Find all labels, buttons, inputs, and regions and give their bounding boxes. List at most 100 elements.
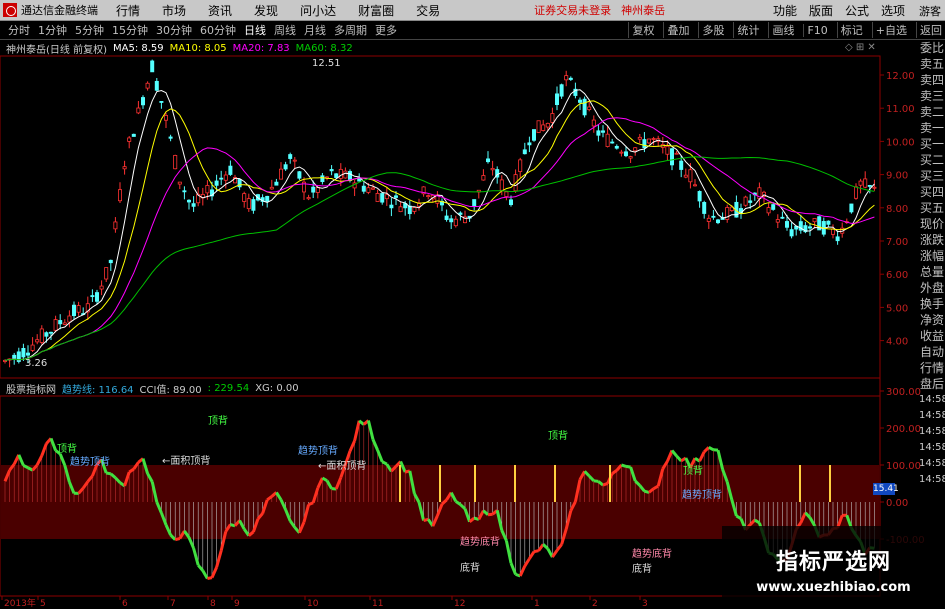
side-item[interactable]: 卖四	[919, 72, 945, 88]
menu-formula[interactable]: 公式	[845, 2, 869, 19]
candle-body	[407, 205, 412, 215]
side-item[interactable]: 净资	[919, 312, 945, 328]
panel-controls[interactable]: ◇ ⊞ ✕	[845, 42, 876, 53]
period-intraday[interactable]: 分时	[8, 22, 30, 38]
side-item[interactable]: 行情	[919, 360, 945, 376]
side-item[interactable]: 买一	[919, 136, 945, 152]
add-watchlist-button[interactable]: +自选	[871, 22, 910, 38]
side-time: 14:58	[919, 474, 945, 485]
period-multi[interactable]: 多周期	[334, 22, 367, 38]
menu-news[interactable]: 资讯	[208, 2, 232, 19]
candle-body	[785, 221, 790, 228]
candle-body	[485, 158, 490, 163]
side-item[interactable]: 外盘	[919, 280, 945, 296]
cci-line	[721, 468, 729, 483]
menu-market[interactable]: 市场	[162, 2, 186, 19]
side-item[interactable]: 盘后	[919, 376, 945, 392]
side-item[interactable]: 自动	[919, 344, 945, 360]
x-tick-label: 12	[454, 599, 465, 609]
cci-line	[413, 493, 421, 503]
side-item[interactable]: 涨跌	[919, 232, 945, 248]
side-item[interactable]: 涨幅	[919, 248, 945, 264]
candle-body	[573, 88, 578, 96]
cci-line	[629, 466, 637, 482]
menu-options[interactable]: 选项	[881, 2, 905, 19]
overlay-button[interactable]: 叠加	[663, 22, 692, 38]
period-monthly[interactable]: 月线	[304, 22, 326, 38]
candle-body	[81, 313, 86, 315]
candle-body	[734, 201, 739, 218]
side-item[interactable]: 换手	[919, 296, 945, 312]
candle-body	[550, 113, 555, 123]
stock-title: 神州泰岳(日线 前复权)	[6, 44, 107, 56]
candle-body	[196, 193, 201, 204]
cci-line	[362, 419, 370, 426]
price-tick-label: 4.00	[886, 337, 908, 348]
label-trend-3: 趋势顶背	[682, 490, 722, 501]
period-weekly[interactable]: 周线	[274, 22, 296, 38]
menu-trade[interactable]: 交易	[416, 2, 440, 19]
candle-body	[527, 142, 532, 146]
cci-line	[749, 518, 756, 526]
candle-body	[85, 303, 90, 313]
candle-body	[403, 203, 408, 209]
side-item[interactable]: 买五	[919, 200, 945, 216]
mark-button[interactable]: 标记	[836, 22, 866, 38]
statistics-button[interactable]: 统计	[733, 22, 762, 38]
menu-market-quotes[interactable]: 行情	[116, 2, 140, 19]
side-item[interactable]: 卖三	[919, 88, 945, 104]
restore-rights-button[interactable]: 复权	[628, 22, 657, 38]
candle-body	[352, 182, 357, 189]
cci-line	[675, 454, 683, 462]
side-time: 14:58	[919, 458, 945, 469]
side-item[interactable]: 卖二	[919, 104, 945, 120]
cci-line	[22, 464, 29, 470]
period-1min[interactable]: 1分钟	[38, 22, 67, 38]
candle-body	[209, 189, 214, 197]
side-item[interactable]: 买四	[919, 184, 945, 200]
login-notice[interactable]: 证券交易未登录	[534, 2, 611, 18]
f10-button[interactable]: F10	[803, 23, 830, 37]
menu-discover[interactable]: 发现	[254, 2, 278, 19]
cci-line	[468, 516, 476, 523]
period-5min[interactable]: 5分钟	[75, 22, 104, 38]
side-item[interactable]: 卖五	[919, 56, 945, 72]
cci-line	[86, 475, 94, 483]
side-item[interactable]: 现价	[919, 216, 945, 232]
period-daily[interactable]: 日线	[244, 22, 266, 38]
menu-layout[interactable]: 版面	[809, 2, 833, 19]
period-30min[interactable]: 30分钟	[156, 22, 192, 38]
multi-stock-button[interactable]: 多股	[698, 22, 727, 38]
side-item[interactable]: 收益	[919, 328, 945, 344]
menu-functions[interactable]: 功能	[773, 2, 797, 19]
side-item[interactable]: 卖一	[919, 120, 945, 136]
cci-line	[251, 518, 260, 533]
period-60min[interactable]: 60分钟	[200, 22, 236, 38]
side-item[interactable]: 委比	[919, 40, 945, 56]
candle-body	[25, 352, 30, 356]
candle-body	[311, 186, 316, 193]
cci-line	[160, 512, 168, 526]
cci-line	[500, 529, 508, 542]
candle-body	[821, 221, 826, 235]
cci-line	[192, 547, 200, 566]
cci-line	[638, 484, 646, 493]
back-button[interactable]: 返回	[916, 22, 945, 38]
period-more[interactable]: 更多	[375, 22, 397, 38]
guest-label[interactable]: 游客	[919, 3, 941, 19]
cci-line	[284, 509, 292, 522]
candle-body	[186, 199, 191, 203]
candle-body	[739, 208, 744, 214]
period-15min[interactable]: 15分钟	[112, 22, 148, 38]
side-item[interactable]: 买二	[919, 152, 945, 168]
draw-line-button[interactable]: 画线	[768, 22, 797, 38]
side-item[interactable]: 总量	[919, 264, 945, 280]
candle-body	[476, 189, 481, 193]
cci-line	[155, 501, 163, 514]
side-item[interactable]: 买三	[919, 168, 945, 184]
menu-wealth[interactable]: 财富圈	[358, 2, 394, 19]
chart-canvas[interactable]: 12.0011.0010.009.008.007.006.005.004.00 …	[0, 0, 945, 609]
cci-line	[261, 499, 269, 514]
cci-line	[551, 549, 559, 558]
menu-ask[interactable]: 问小达	[300, 2, 336, 19]
